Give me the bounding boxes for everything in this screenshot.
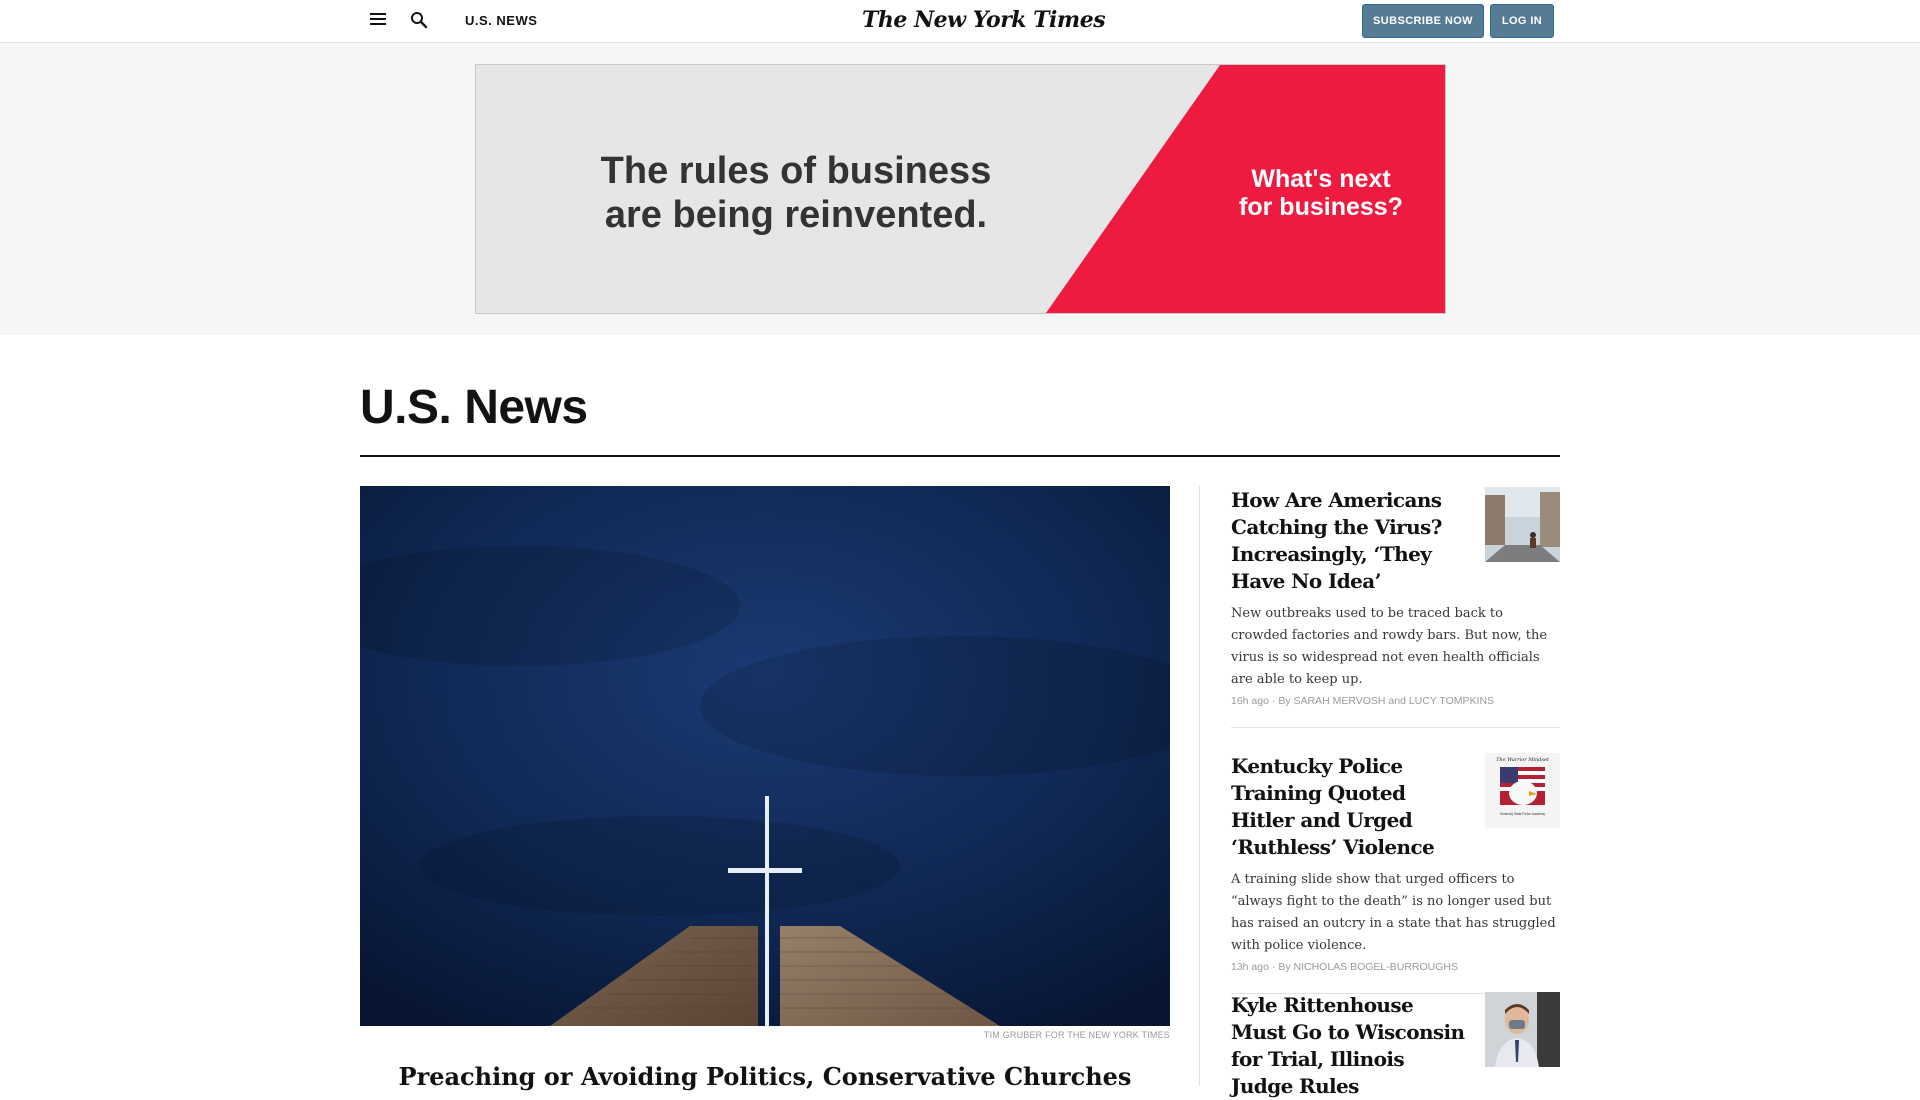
section-link[interactable]: U.S. NEWS: [465, 13, 537, 28]
ad-text-left: The rules of business are being reinvent…: [596, 149, 996, 237]
story-item[interactable]: How Are Americans Catching the Virus? In…: [1231, 487, 1560, 728]
title-divider: [360, 455, 1560, 457]
ad-left-line: are being reinvented.: [604, 194, 988, 236]
ad-right-line: What's next: [1251, 165, 1391, 193]
story-thumbnail[interactable]: The Warrior Mindset Kentucky State Polic…: [1485, 753, 1560, 828]
masthead: U.S. NEWS The New York Times SUBSCRIBE N…: [0, 0, 1920, 43]
story-meta: 13h ago · By NICHOLAS BOGEL-BURROUGHS: [1231, 961, 1560, 973]
thumb-caption: Kentucky State Police Academy: [1500, 812, 1545, 816]
column-divider: [1199, 486, 1200, 1086]
subscribe-button[interactable]: SUBSCRIBE NOW: [1362, 4, 1484, 38]
search-icon[interactable]: [410, 11, 428, 29]
lead-headline[interactable]: Preaching or Avoiding Politics, Conserva…: [360, 1062, 1170, 1091]
ad-banner[interactable]: The rules of business are being reinvent…: [475, 64, 1446, 314]
story-byline: By SARAH MERVOSH and LUCY TOMPKINS: [1278, 695, 1495, 707]
thumb-title: The Warrior Mindset: [1496, 757, 1550, 763]
ad-text-right: What's next for business?: [1221, 165, 1421, 221]
menu-icon[interactable]: [370, 13, 386, 27]
story-headline[interactable]: Kyle Rittenhouse Must Go to Wisconsin fo…: [1231, 992, 1471, 1100]
story-thumbnail[interactable]: [1485, 487, 1560, 562]
story-headline[interactable]: Kentucky Police Training Quoted Hitler a…: [1231, 753, 1471, 861]
login-button[interactable]: LOG IN: [1490, 4, 1554, 38]
story-summary: A training slide show that urged officer…: [1231, 872, 1556, 953]
story-timestamp: 13h ago: [1231, 961, 1269, 973]
story-headline[interactable]: How Are Americans Catching the Virus? In…: [1231, 487, 1471, 595]
story-meta: 16h ago · By SARAH MERVOSH and LUCY TOMP…: [1231, 695, 1560, 707]
lead-image[interactable]: [360, 486, 1170, 1026]
story-timestamp: 16h ago: [1231, 695, 1269, 707]
story-divider: [1231, 727, 1560, 728]
ad-right-line: for business?: [1239, 193, 1403, 221]
story-thumbnail[interactable]: [1485, 992, 1560, 1067]
story-byline: By NICHOLAS BOGEL-BURROUGHS: [1278, 961, 1459, 973]
story-item[interactable]: Kyle Rittenhouse Must Go to Wisconsin fo…: [1231, 992, 1560, 1100]
page-title: U.S. News: [360, 381, 588, 434]
photo-credit: TIM GRUBER FOR THE NEW YORK TIMES: [983, 1030, 1170, 1040]
story-summary: New outbreaks used to be traced back to …: [1231, 606, 1548, 687]
ad-left-line: The rules of business: [600, 150, 992, 192]
nyt-logo[interactable]: The New York Times: [862, 7, 1106, 33]
story-item[interactable]: Kentucky Police Training Quoted Hitler a…: [1231, 753, 1560, 994]
